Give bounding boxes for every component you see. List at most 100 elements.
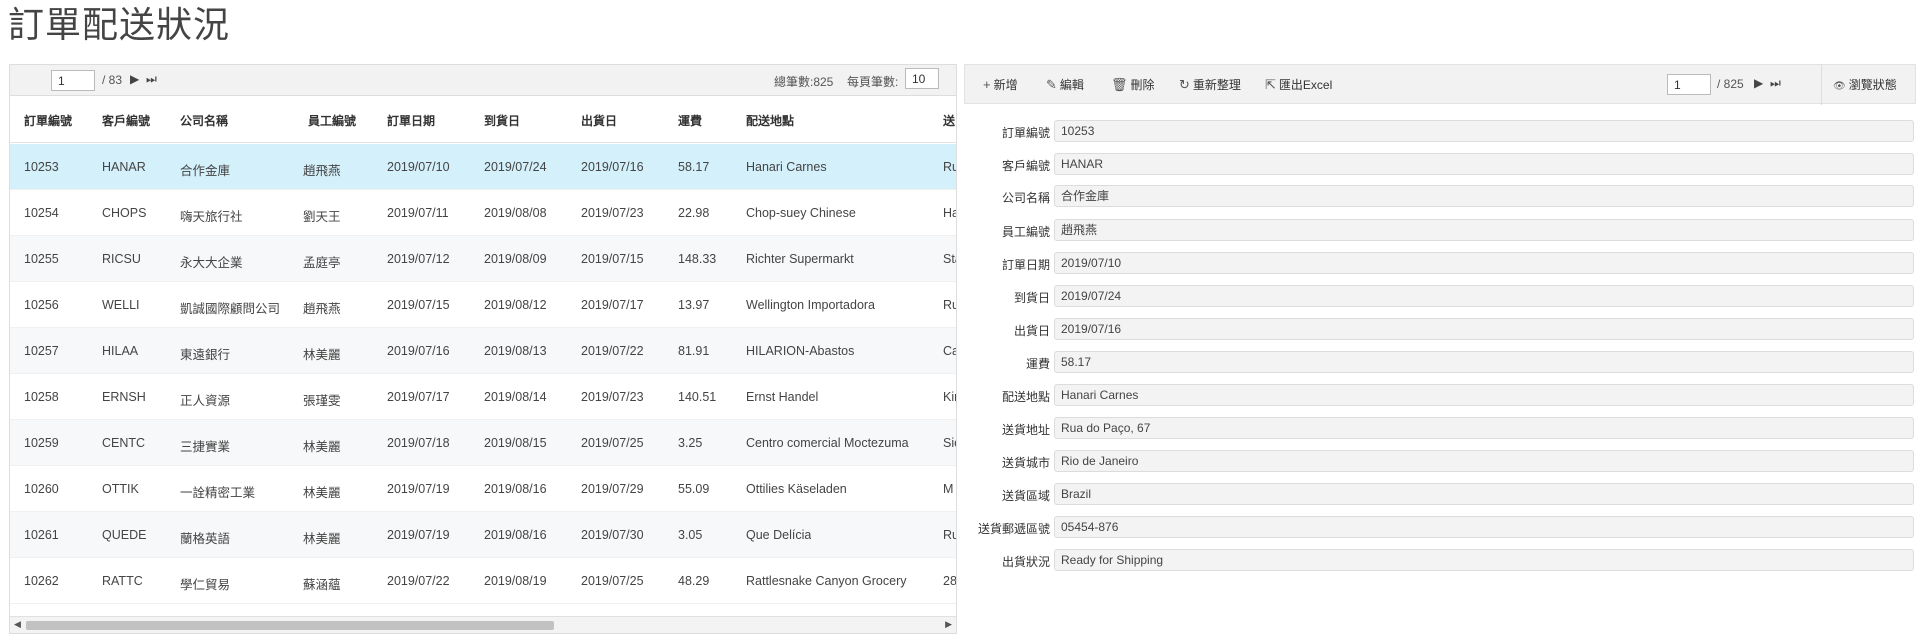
trash-icon: 🗑 [1111,77,1128,92]
cell-ship-name: Hanari Carnes [746,160,827,174]
column-header-order-id[interactable]: 訂單編號 [24,112,72,129]
form-page-input[interactable] [1667,74,1711,95]
table-row[interactable]: 10261 QUEDE 蘭格英語 林美麗 2019/07/19 2019/08/… [10,512,956,558]
cell-employee: 林美麗 [303,348,341,362]
table-row[interactable]: 10254 CHOPS 嗨天旅行社 劉天王 2019/07/11 2019/08… [10,190,956,236]
form-row-ship-region: 送貨區域 Brazil [964,483,1916,505]
cell-customer-id: WELLI [102,298,140,312]
cell-ship-address: Ru [943,160,956,174]
table-row[interactable]: 10253 HANAR 合作金庫 趙飛燕 2019/07/10 2019/07/… [10,144,956,190]
plus-icon: + [983,77,991,92]
field-label: 配送地點 [1001,390,1050,404]
cell-order-date: 2019/07/16 [387,344,450,358]
ship-region-field[interactable]: Brazil [1054,483,1914,505]
export-excel-button[interactable]: ⇱ 匯出Excel [1265,76,1332,93]
cell-order-date: 2019/07/12 [387,252,450,266]
cell-employee: 趙飛燕 [303,164,341,178]
form-toolbar: +新增 ✎編輯 🗑刪除 ↻重新整理 ⇱匯出Excel / 825 ▶ ⏭ 👁瀏覽… [964,64,1916,105]
cell-freight: 48.29 [678,574,710,588]
cell-required-date: 2019/08/09 [484,252,547,266]
employee-field[interactable]: 趙飛燕 [1054,219,1914,241]
order-id-field[interactable]: 10253 [1054,120,1914,142]
company-field[interactable]: 合作金庫 [1054,185,1914,207]
ship-postal-code-field[interactable]: 05454-876 [1054,516,1914,538]
table-row[interactable]: 10258 ERNSH 正人資源 張瑾雯 2019/07/17 2019/08/… [10,374,956,420]
scroll-left-icon[interactable]: ◀ [14,619,21,630]
column-header-shipped-date[interactable]: 出貨日 [581,112,617,129]
cell-customer-id: CENTC [102,436,146,450]
browse-status-button[interactable]: 👁 瀏覽狀態 [1833,76,1897,93]
grid-last-page-icon[interactable]: ⏭ [146,72,157,87]
cell-company: 永大大企業 [180,256,243,270]
order-date-field[interactable]: 2019/07/10 [1054,252,1914,274]
cell-ship-name: Ottilies Käseladen [746,482,847,496]
cell-ship-name: Ernst Handel [746,390,819,404]
table-row[interactable]: 10255 RICSU 永大大企業 孟庭亭 2019/07/12 2019/08… [10,236,956,282]
grid-body: 10253 HANAR 合作金庫 趙飛燕 2019/07/10 2019/07/… [10,144,956,604]
ship-address-field[interactable]: Rua do Paço, 67 [1054,417,1914,439]
edit-button[interactable]: ✎ 編輯 [1046,76,1084,93]
cell-order-date: 2019/07/11 [387,206,449,220]
cell-order-date: 2019/07/15 [387,298,450,312]
column-header-order-date[interactable]: 訂單日期 [387,112,435,129]
cell-ship-address: Kir [943,390,956,404]
column-header-ship-name[interactable]: 配送地點 [746,112,794,129]
cell-ship-address: Ru [943,528,956,542]
grid-total-count: 總筆數:825 [774,75,834,89]
cell-employee: 林美麗 [303,532,341,546]
field-label: 送貨區域 [1001,489,1050,503]
cell-customer-id: HANAR [102,160,146,174]
table-row[interactable]: 10257 HILAA 東遠銀行 林美麗 2019/07/16 2019/08/… [10,328,956,374]
delete-button[interactable]: 🗑 刪除 [1111,76,1155,93]
table-row[interactable]: 10262 RATTC 學仁貿易 蘇涵蘊 2019/07/22 2019/08/… [10,558,956,604]
grid-page-size-label: 每頁筆數: [847,75,899,89]
cell-order-id: 10261 [24,528,59,542]
form-row-shipped-date: 出貨日 2019/07/16 [964,318,1916,340]
column-header-company[interactable]: 公司名稱 [180,112,228,129]
form-last-page-icon[interactable]: ⏭ [1770,76,1781,91]
cell-ship-address: Ha [943,206,956,220]
column-header-freight[interactable]: 運費 [678,112,702,129]
add-button[interactable]: + 新增 [983,76,1018,93]
scrollbar-thumb[interactable] [26,621,554,630]
required-date-field[interactable]: 2019/07/24 [1054,285,1914,307]
refresh-button[interactable]: ↻ 重新整理 [1179,76,1241,93]
column-header-employee[interactable]: 員工編號 [308,112,356,129]
column-header-ship-address[interactable]: 送 [943,112,955,129]
grid-page-input[interactable] [51,70,95,91]
form-row-order-id: 訂單編號 10253 [964,120,1916,142]
column-header-customer-id[interactable]: 客戶編號 [102,112,150,129]
cell-freight: 148.33 [678,252,717,266]
cell-employee: 林美麗 [303,486,341,500]
ship-city-field[interactable]: Rio de Janeiro [1054,450,1914,472]
toolbar-divider [1821,65,1822,105]
cell-company: 嗨天旅行社 [180,210,243,224]
pencil-icon: ✎ [1046,77,1057,92]
form-next-page-icon[interactable]: ▶ [1754,76,1763,90]
cell-ship-address: Ru [943,298,956,312]
shipped-date-field[interactable]: 2019/07/16 [1054,318,1914,340]
cell-order-id: 10258 [24,390,59,404]
cell-ship-address: Sta [943,252,956,266]
grid-next-page-icon[interactable]: ▶ [130,72,139,86]
form-row-order-date: 訂單日期 2019/07/10 [964,252,1916,274]
freight-field[interactable]: 58.17 [1054,351,1914,373]
form-row-freight: 運費 58.17 [964,351,1916,373]
table-row[interactable]: 10259 CENTC 三捷實業 林美麗 2019/07/18 2019/08/… [10,420,956,466]
cell-order-id: 10259 [24,436,59,450]
cell-order-date: 2019/07/19 [387,528,450,542]
horizontal-scrollbar[interactable]: ◀ ▶ [10,616,956,633]
cell-employee: 趙飛燕 [303,302,341,316]
grid-page-size-input[interactable] [905,68,939,89]
column-header-required-date[interactable]: 到貨日 [484,112,520,129]
cell-required-date: 2019/08/16 [484,528,547,542]
table-row[interactable]: 10260 OTTIK 一詮精密工業 林美麗 2019/07/19 2019/0… [10,466,956,512]
ship-name-field[interactable]: Hanari Carnes [1054,384,1914,406]
cell-ship-address: M [943,482,954,496]
shipping-status-field[interactable]: Ready for Shipping [1054,549,1914,571]
cell-order-id: 10254 [24,206,59,220]
table-row[interactable]: 10256 WELLI 凱誠國際顧問公司 趙飛燕 2019/07/15 2019… [10,282,956,328]
cell-freight: 22.98 [678,206,710,220]
scroll-right-icon[interactable]: ▶ [945,619,952,630]
customer-id-field[interactable]: HANAR [1054,153,1914,175]
